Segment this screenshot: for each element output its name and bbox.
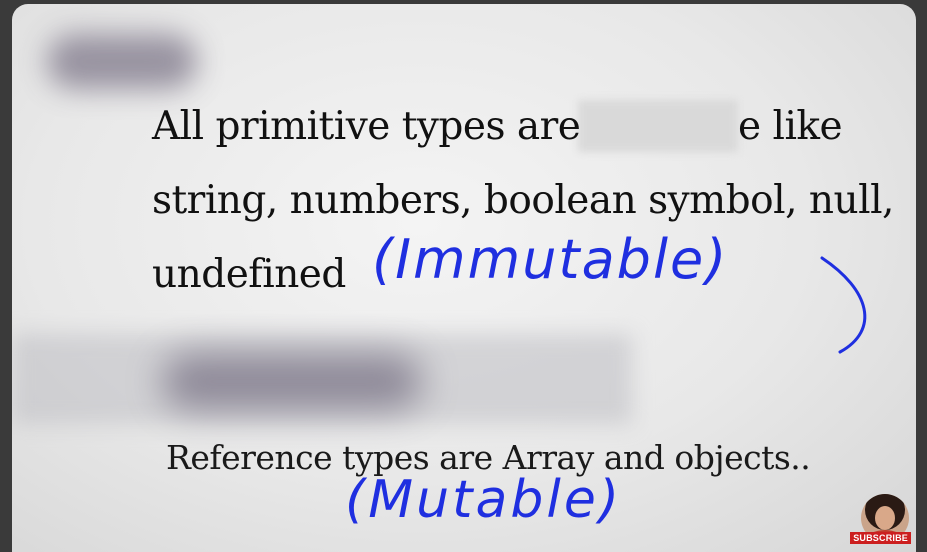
closing-bracket-stroke <box>820 256 867 354</box>
handwritten-mutable-note: (Mutable) <box>345 470 623 530</box>
subscribe-button[interactable]: SUBSCRIBE <box>850 532 911 544</box>
avatar-face <box>875 506 895 530</box>
